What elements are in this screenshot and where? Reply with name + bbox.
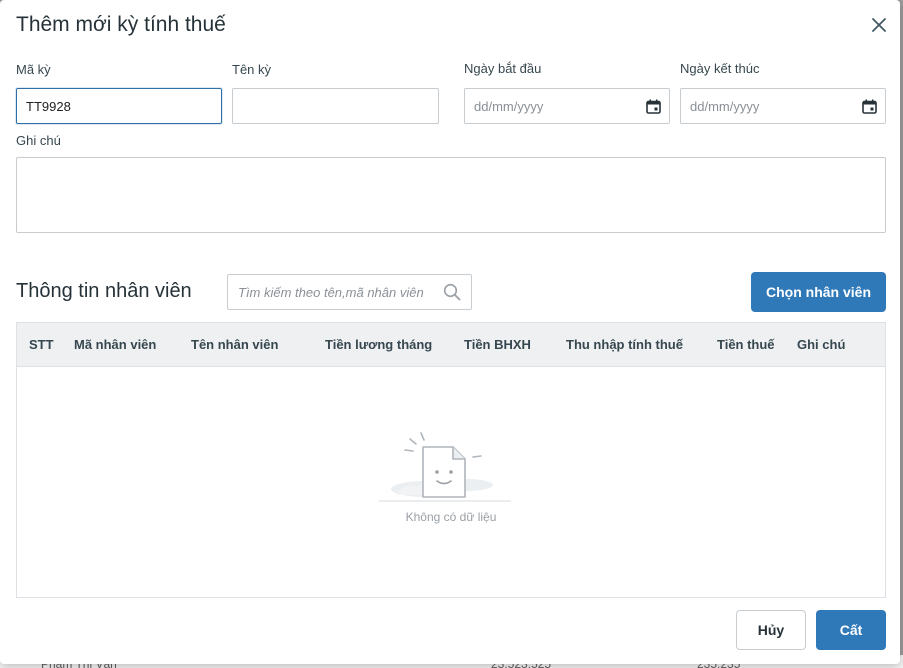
start-date-input[interactable]: dd/mm/yyyy bbox=[464, 88, 670, 124]
ten-ky-label: Tên kỳ bbox=[232, 62, 272, 77]
close-icon bbox=[872, 18, 886, 32]
end-date-input[interactable]: dd/mm/yyyy bbox=[680, 88, 886, 124]
employee-search-placeholder: Tìm kiếm theo tên,mã nhân viên bbox=[238, 284, 424, 300]
column-header-social-insurance[interactable]: Tiền BHXH bbox=[464, 337, 531, 352]
start-date-placeholder: dd/mm/yyyy bbox=[474, 98, 544, 114]
column-header-note[interactable]: Ghi chú bbox=[797, 337, 845, 352]
ma-ky-label: Mã kỳ bbox=[16, 62, 51, 77]
employee-section-title: Thông tin nhân viên bbox=[16, 280, 192, 302]
employee-search-input[interactable]: Tìm kiếm theo tên,mã nhân viên bbox=[227, 274, 472, 310]
ma-ky-input[interactable] bbox=[16, 88, 222, 124]
ghi-chu-textarea[interactable] bbox=[16, 157, 886, 233]
choose-employee-button[interactable]: Chọn nhân viên bbox=[751, 272, 886, 312]
start-date-label: Ngày bắt đầu bbox=[464, 61, 542, 76]
column-header-stt[interactable]: STT bbox=[29, 337, 54, 352]
end-date-placeholder: dd/mm/yyyy bbox=[690, 98, 760, 114]
search-icon[interactable] bbox=[443, 283, 461, 301]
cancel-button[interactable]: Hủy bbox=[736, 610, 806, 650]
column-header-monthly-salary[interactable]: Tiền lương tháng bbox=[325, 337, 432, 352]
save-button[interactable]: Cất bbox=[816, 610, 886, 650]
calendar-icon[interactable] bbox=[646, 99, 661, 114]
empty-document-icon bbox=[379, 432, 511, 502]
add-tax-period-dialog: Thêm mới kỳ tính thuế Mã kỳ Tên kỳ Ngày … bbox=[0, 0, 900, 664]
close-button[interactable] bbox=[866, 12, 892, 38]
empty-state-text: Không có dữ liệu bbox=[405, 510, 497, 524]
column-header-employee-code[interactable]: Mã nhân viên bbox=[74, 337, 156, 352]
table-header: STT Mã nhân viên Tên nhân viên Tiền lươn… bbox=[17, 323, 885, 367]
employee-table: STT Mã nhân viên Tên nhân viên Tiền lươn… bbox=[16, 322, 886, 598]
column-header-tax-amount[interactable]: Tiền thuế bbox=[717, 337, 775, 352]
column-header-employee-name[interactable]: Tên nhân viên bbox=[191, 337, 278, 352]
calendar-icon[interactable] bbox=[862, 99, 877, 114]
ten-ky-input[interactable] bbox=[232, 88, 439, 124]
column-header-taxable-income[interactable]: Thu nhập tính thuế bbox=[566, 337, 683, 352]
ghi-chu-label: Ghi chú bbox=[16, 133, 61, 148]
end-date-label: Ngày kết thúc bbox=[680, 61, 760, 76]
dialog-title: Thêm mới kỳ tính thuế bbox=[16, 13, 226, 36]
